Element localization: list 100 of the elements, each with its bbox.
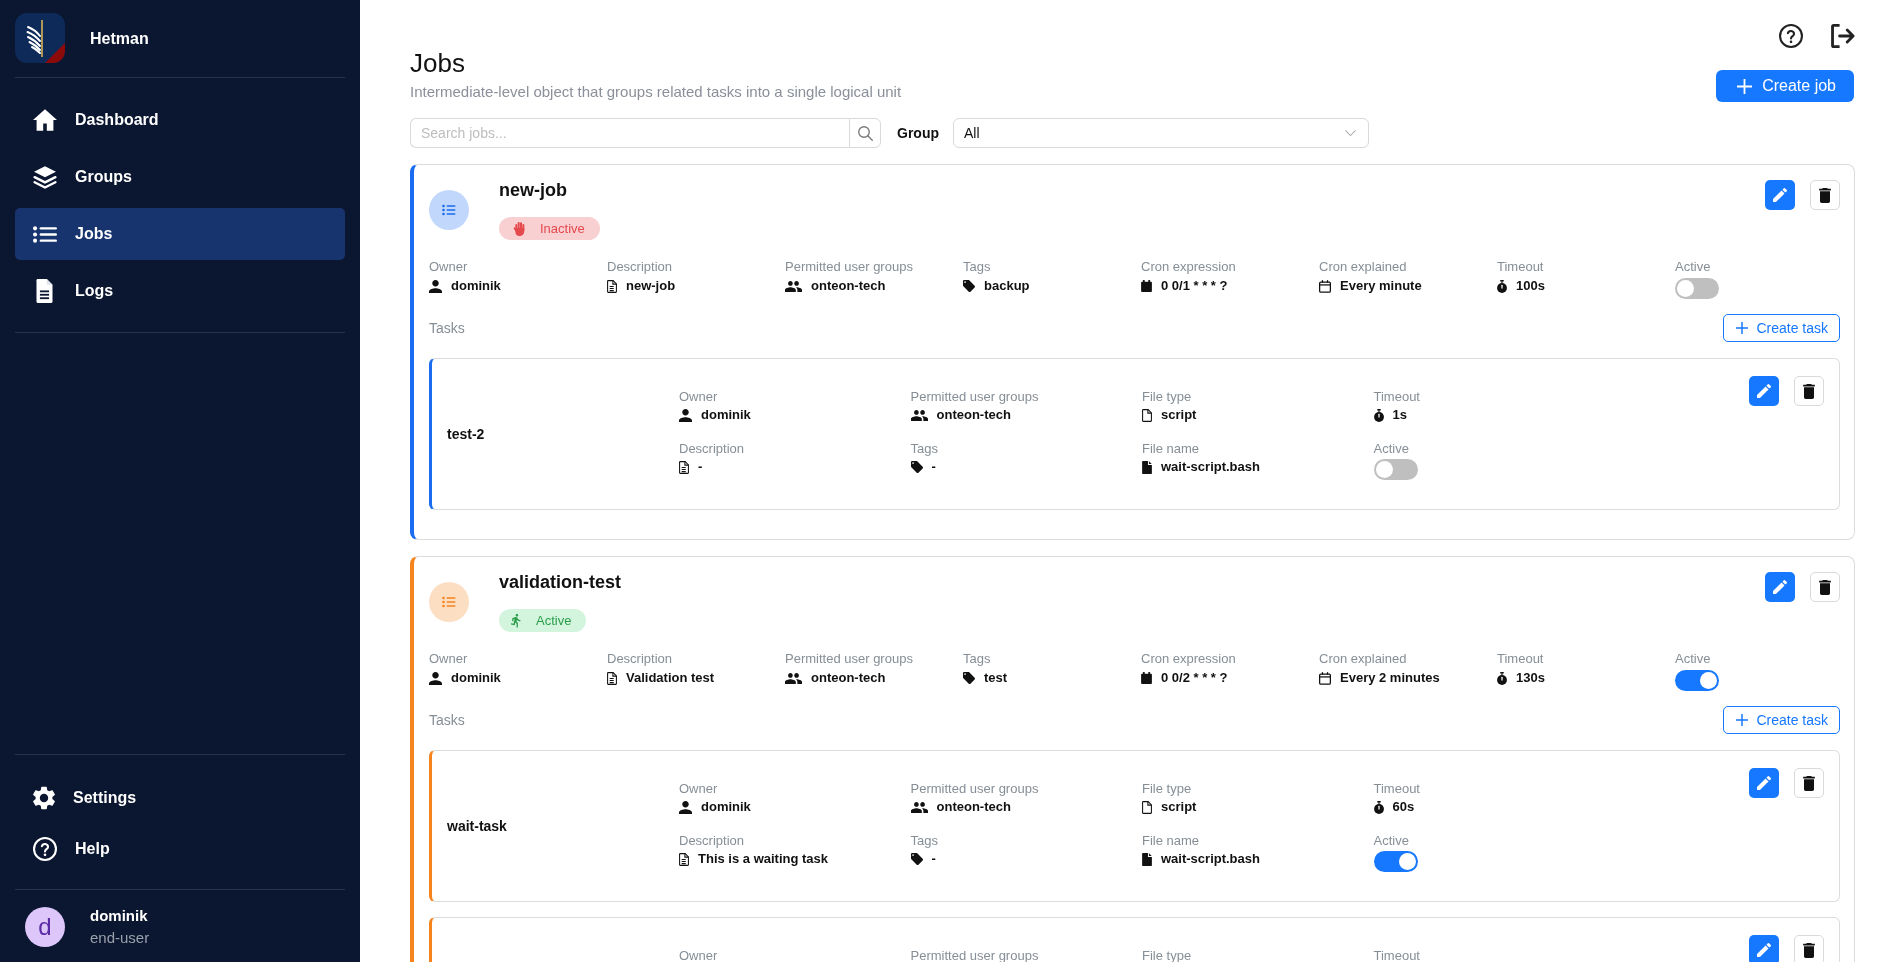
help-icon[interactable] bbox=[1779, 24, 1803, 48]
nav-item[interactable]: Help bbox=[15, 826, 345, 872]
field-label: Permitted user groups bbox=[785, 259, 913, 274]
field-label: File type bbox=[1142, 389, 1192, 404]
delete-button[interactable] bbox=[1794, 768, 1824, 798]
field-value: test bbox=[984, 670, 1008, 686]
person-icon bbox=[429, 671, 442, 685]
field-label: Owner bbox=[429, 651, 468, 666]
field-label: Tags bbox=[963, 259, 991, 274]
nav-item[interactable]: Dashboard bbox=[15, 94, 345, 146]
field-label: Permitted user groups bbox=[910, 781, 1039, 796]
edit-button[interactable] bbox=[1749, 376, 1779, 406]
field-value: 0 0/2 * * * ? bbox=[1161, 670, 1228, 686]
trash-icon bbox=[1819, 579, 1831, 595]
field-label: Timeout bbox=[1373, 781, 1420, 796]
field-value: script bbox=[1161, 407, 1197, 423]
pencil-icon bbox=[1773, 188, 1787, 202]
edit-button[interactable] bbox=[1749, 768, 1779, 798]
logout-icon[interactable] bbox=[1831, 24, 1855, 48]
field-value: 1s bbox=[1392, 407, 1407, 423]
home-icon bbox=[33, 109, 57, 131]
field-value: - bbox=[698, 459, 703, 475]
field-label: Timeout bbox=[1373, 389, 1420, 404]
search-field[interactable]: Search jobs... bbox=[410, 118, 849, 148]
file-icon bbox=[1142, 800, 1152, 814]
list-icon bbox=[429, 190, 469, 230]
wing-logo-icon bbox=[15, 13, 65, 63]
status-text: Inactive bbox=[540, 221, 585, 236]
edit-button[interactable] bbox=[1765, 572, 1795, 602]
field-label: Owner bbox=[679, 389, 718, 404]
field-label: File type bbox=[1142, 948, 1192, 962]
file-icon bbox=[1142, 852, 1152, 866]
nav-item[interactable]: Groups bbox=[15, 151, 345, 203]
document-icon bbox=[607, 671, 617, 685]
delete-button[interactable] bbox=[1810, 572, 1840, 602]
field-value: onteon-tech bbox=[936, 407, 1011, 423]
people-icon bbox=[785, 280, 802, 292]
trash-icon bbox=[1803, 775, 1815, 791]
field-value: dominik bbox=[451, 670, 501, 686]
active-toggle[interactable] bbox=[1373, 851, 1418, 872]
people-icon bbox=[785, 672, 802, 684]
stopwatch-icon bbox=[1497, 671, 1507, 685]
field-value: onteon-tech bbox=[811, 278, 886, 294]
person-icon bbox=[679, 408, 692, 422]
field-value: Validation test bbox=[626, 670, 715, 686]
field-value: dominik bbox=[701, 407, 751, 423]
group-select[interactable]: All bbox=[953, 118, 1369, 148]
field-value: dominik bbox=[451, 278, 501, 294]
field-label: Description bbox=[679, 441, 745, 456]
section-label: Tasks bbox=[429, 320, 465, 336]
field-label: Owner bbox=[679, 781, 718, 796]
pencil-icon bbox=[1757, 943, 1771, 957]
page-subtitle: Intermediate-level object that groups related tasks into a single logical unit bbox=[410, 82, 902, 102]
delete-button[interactable] bbox=[1794, 935, 1824, 962]
field-value: new-job bbox=[626, 278, 676, 294]
field-label: Timeout bbox=[1497, 259, 1544, 274]
people-icon bbox=[910, 801, 928, 813]
job-title: validation-test bbox=[499, 572, 622, 592]
people-icon bbox=[910, 409, 928, 421]
settings-icon bbox=[33, 786, 55, 810]
task-name: wait-task bbox=[447, 818, 507, 834]
field-label: Description bbox=[679, 833, 745, 848]
delete-button[interactable] bbox=[1794, 376, 1824, 406]
active-toggle[interactable] bbox=[1675, 670, 1719, 691]
calendar-icon bbox=[1141, 280, 1152, 292]
user-role: end-user bbox=[90, 929, 150, 947]
field-label: Permitted user groups bbox=[785, 651, 913, 666]
list-icon bbox=[33, 225, 57, 243]
nav-item[interactable]: Jobs bbox=[15, 208, 345, 260]
search-button[interactable] bbox=[849, 118, 881, 148]
plus-icon bbox=[1736, 322, 1749, 334]
brand-name: Hetman bbox=[90, 29, 149, 48]
chevron-down-icon bbox=[1345, 130, 1356, 136]
tag-icon bbox=[910, 853, 923, 865]
create-task-button[interactable]: Create task bbox=[1723, 706, 1840, 734]
create-job-button[interactable]: Create job bbox=[1716, 70, 1854, 102]
field-value: script bbox=[1161, 799, 1197, 815]
field-label: Tags bbox=[963, 651, 991, 666]
active-toggle[interactable] bbox=[1675, 278, 1719, 299]
field-label: Tags bbox=[910, 833, 938, 848]
page-title: Jobs bbox=[410, 50, 466, 76]
create-task-button[interactable]: Create task bbox=[1723, 314, 1840, 342]
nav-item[interactable]: Settings bbox=[15, 775, 345, 821]
active-toggle[interactable] bbox=[1373, 459, 1418, 480]
delete-button[interactable] bbox=[1810, 180, 1840, 210]
field-label: Owner bbox=[679, 948, 718, 962]
edit-button[interactable] bbox=[1765, 180, 1795, 210]
nav-item[interactable]: Logs bbox=[15, 265, 345, 317]
person-icon bbox=[429, 279, 442, 293]
document-icon bbox=[607, 279, 617, 293]
calendar-icon bbox=[1141, 672, 1152, 684]
group-label: Group bbox=[897, 125, 939, 141]
field-label: Timeout bbox=[1497, 651, 1544, 666]
edit-button[interactable] bbox=[1749, 935, 1779, 962]
document-icon bbox=[679, 460, 689, 474]
stopwatch-icon bbox=[1373, 800, 1384, 814]
tag-icon bbox=[963, 280, 975, 292]
document-icon bbox=[679, 852, 689, 866]
field-label: Cron expression bbox=[1141, 259, 1236, 274]
field-label: File type bbox=[1142, 781, 1192, 796]
